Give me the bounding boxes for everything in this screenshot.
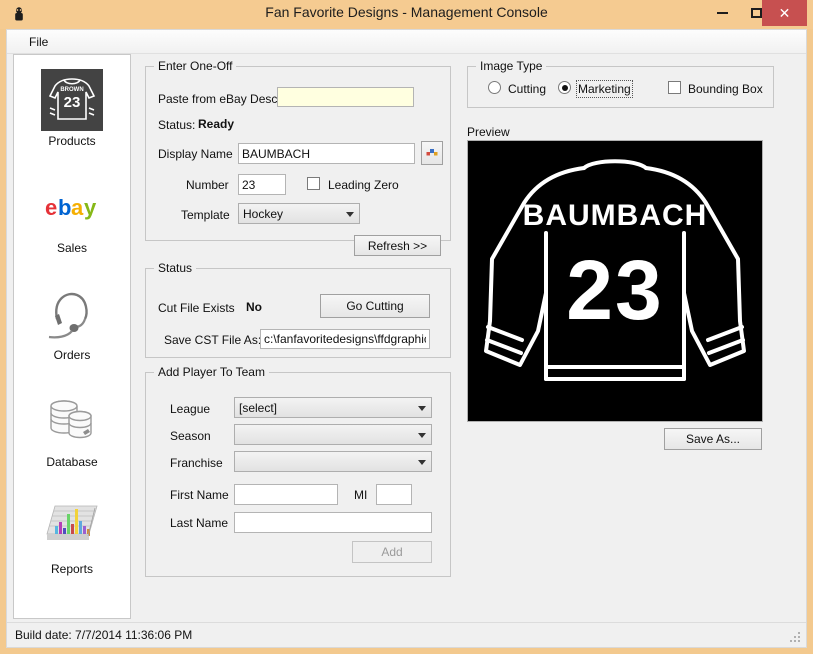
- sidebar-item-label: Reports: [50, 562, 94, 576]
- leading-zero-label: Leading Zero: [328, 178, 399, 192]
- status-group-title: Status: [154, 261, 197, 275]
- sidebar-item-orders[interactable]: Orders: [14, 283, 130, 362]
- refresh-label: Refresh >>: [367, 238, 428, 253]
- last-name-input[interactable]: [234, 512, 432, 533]
- first-name-label: First Name: [170, 488, 229, 502]
- refresh-button[interactable]: Refresh >>: [354, 235, 441, 256]
- svg-text:b: b: [58, 195, 71, 220]
- preview-image: BAUMBACH 23: [467, 140, 763, 422]
- sidebar-item-label: Database: [46, 455, 98, 469]
- template-combobox[interactable]: Hockey: [238, 203, 360, 224]
- window-title: Fan Favorite Designs - Management Consol…: [265, 4, 548, 20]
- status-label: Status:: [158, 118, 196, 132]
- save-cst-input[interactable]: [260, 329, 430, 349]
- chevron-down-icon: [418, 432, 426, 438]
- resize-grip[interactable]: [788, 630, 802, 644]
- template-value: Hockey: [243, 207, 284, 221]
- go-cutting-button[interactable]: Go Cutting: [320, 294, 430, 318]
- close-icon: ✕: [778, 4, 791, 21]
- chevron-down-icon: [418, 459, 426, 465]
- number-label: Number: [186, 178, 229, 192]
- preview-jersey-name: BAUMBACH: [523, 199, 708, 232]
- last-name-label: Last Name: [170, 516, 229, 530]
- display-name-input[interactable]: [238, 143, 415, 164]
- bounding-box-checkbox[interactable]: [668, 81, 681, 94]
- minimize-icon: [716, 12, 728, 14]
- radio-marketing[interactable]: [558, 81, 571, 94]
- enter-one-off-group: Enter One-Off Paste from eBay Desc Statu…: [145, 59, 451, 256]
- first-name-input[interactable]: [234, 484, 338, 505]
- league-combobox[interactable]: [select]: [234, 397, 432, 418]
- add-label: Add: [381, 545, 403, 559]
- save-cst-label: Save CST File As:: [164, 333, 262, 347]
- headset-icon: [41, 283, 103, 345]
- add-player-title: Add Player To Team: [154, 365, 269, 379]
- chevron-down-icon: [346, 211, 354, 217]
- radio-cutting[interactable]: [488, 81, 501, 94]
- go-cutting-label: Go Cutting: [346, 299, 404, 313]
- leading-zero-checkbox[interactable]: [307, 177, 320, 190]
- cut-file-exists-label: Cut File Exists: [158, 301, 235, 315]
- application-window: Fan Favorite Designs - Management Consol…: [0, 0, 813, 654]
- svg-text:y: y: [84, 195, 97, 220]
- franchise-label: Franchise: [170, 456, 223, 470]
- paste-ebay-label: Paste from eBay Desc: [158, 92, 278, 106]
- save-as-label: Save As...: [685, 432, 741, 446]
- franchise-combobox[interactable]: [234, 451, 432, 472]
- svg-text:23: 23: [64, 94, 81, 111]
- jersey-preview-graphic: BAUMBACH 23: [468, 141, 762, 421]
- status-group: Status Cut File Exists No Go Cutting Sav…: [145, 261, 451, 358]
- sidebar-item-reports[interactable]: Reports: [14, 497, 130, 576]
- status-value: Ready: [198, 117, 235, 131]
- minimize-button[interactable]: [705, 0, 739, 26]
- bounding-box-label: Bounding Box: [688, 82, 763, 96]
- color-swatch-icon: [425, 146, 439, 161]
- mi-label: MI: [354, 488, 368, 502]
- ebay-logo-icon: e b a y: [41, 176, 103, 238]
- svg-text:BROWN: BROWN: [60, 87, 83, 93]
- client-area: File BROWN 23 Products e b a y Sales Ord…: [6, 29, 807, 648]
- paste-ebay-input[interactable]: [277, 87, 414, 107]
- display-name-label: Display Name: [158, 147, 233, 161]
- close-button[interactable]: ✕: [762, 0, 807, 26]
- cutting-label: Cutting: [508, 82, 547, 96]
- display-name-expand-button[interactable]: [421, 141, 443, 165]
- database-cylinders-icon: [41, 390, 103, 452]
- enter-one-off-title: Enter One-Off: [154, 59, 237, 73]
- svg-text:e: e: [45, 195, 57, 220]
- title-bar: Fan Favorite Designs - Management Consol…: [0, 0, 813, 29]
- maximize-icon: [750, 8, 762, 18]
- mi-input[interactable]: [376, 484, 412, 505]
- season-label: Season: [170, 429, 211, 443]
- status-bar: Build date: 7/7/2014 11:36:06 PM: [7, 622, 806, 647]
- image-type-title: Image Type: [476, 59, 547, 73]
- add-player-button[interactable]: Add: [352, 541, 432, 563]
- number-input[interactable]: [238, 174, 286, 195]
- menu-item-file[interactable]: File: [21, 33, 56, 51]
- jersey-icon: BROWN 23: [41, 69, 103, 131]
- season-combobox[interactable]: [234, 424, 432, 445]
- bar-chart-3d-icon: [41, 497, 103, 559]
- svg-text:a: a: [71, 195, 84, 220]
- sidebar-item-label: Orders: [53, 348, 91, 362]
- menu-bar: File: [7, 30, 806, 54]
- preview-label: Preview: [467, 125, 510, 139]
- sidebar-navigation: BROWN 23 Products e b a y Sales Orders D…: [13, 54, 131, 619]
- sidebar-item-database[interactable]: Database: [14, 390, 130, 469]
- save-as-button[interactable]: Save As...: [664, 428, 762, 450]
- preview-jersey-number: 23: [566, 243, 663, 337]
- sidebar-item-label: Sales: [56, 241, 88, 255]
- league-value: [select]: [239, 401, 278, 415]
- build-date-text: Build date: 7/7/2014 11:36:06 PM: [15, 628, 193, 642]
- image-type-group: Image Type Cutting Marketing Bounding Bo…: [467, 59, 774, 108]
- sidebar-item-products[interactable]: BROWN 23 Products: [14, 69, 130, 148]
- sidebar-item-label: Products: [48, 134, 96, 148]
- add-player-group: Add Player To Team League [select] Seaso…: [145, 365, 451, 577]
- template-label: Template: [181, 208, 230, 222]
- marketing-label: Marketing: [576, 80, 633, 98]
- cut-file-exists-value: No: [246, 300, 262, 314]
- sidebar-item-sales[interactable]: e b a y Sales: [14, 176, 130, 255]
- league-label: League: [170, 402, 211, 416]
- chevron-down-icon: [418, 405, 426, 411]
